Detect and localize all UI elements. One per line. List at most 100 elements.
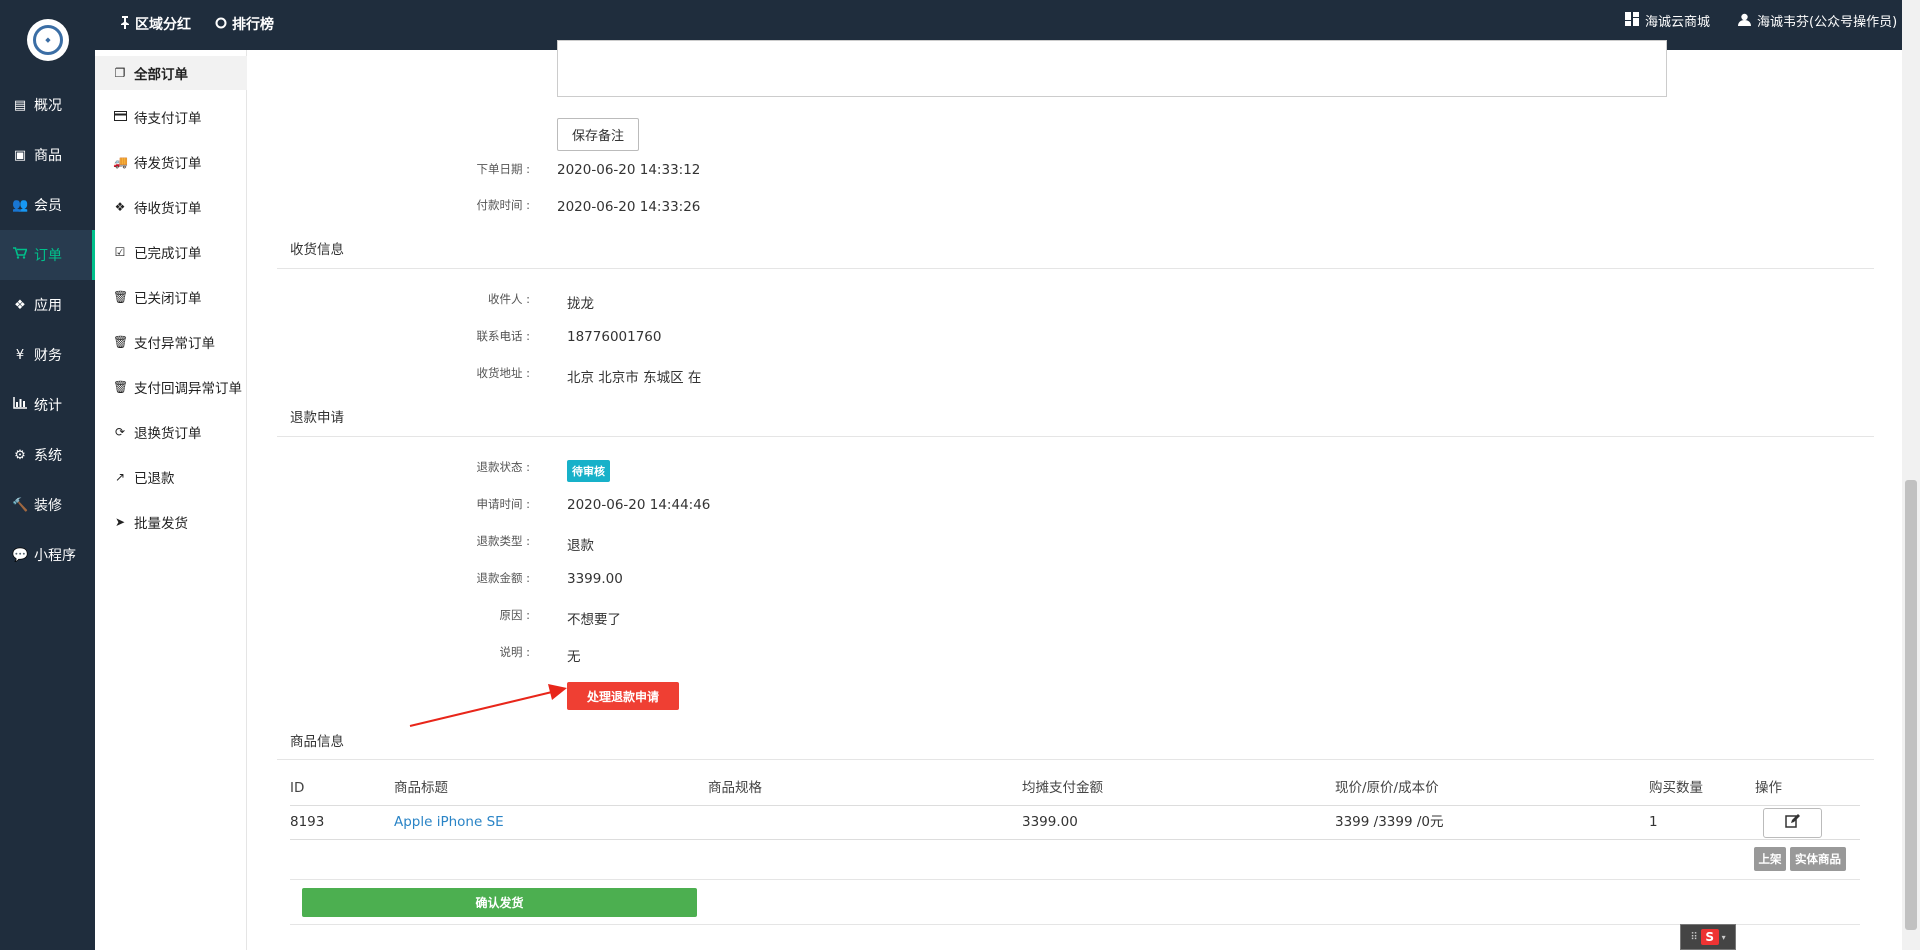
submenu-all-orders[interactable]: ❐ 全部订单 xyxy=(95,56,247,90)
submenu-returns[interactable]: ⟳ 退换货订单 xyxy=(95,415,247,449)
box-icon: ▣ xyxy=(13,147,27,163)
sidebar-item-overview[interactable]: ▤ 概况 xyxy=(0,80,95,130)
col-id: ID xyxy=(290,780,305,796)
col-price: 现价/原价/成本价 xyxy=(1335,780,1439,796)
nav-ranking[interactable]: 排行榜 xyxy=(215,0,274,50)
submenu-label: 批量发货 xyxy=(134,516,188,532)
product-link[interactable]: Apple iPhone SE xyxy=(394,804,504,840)
order-date: 2020-06-20 14:33:12 xyxy=(557,162,701,178)
address: 北京 北京市 东城区 在 xyxy=(567,370,702,386)
submenu-label: 待收货订单 xyxy=(134,201,202,217)
sidebar-item-label: 应用 xyxy=(34,298,62,314)
sidebar-item-label: 订单 xyxy=(34,248,62,264)
divider xyxy=(277,268,1874,269)
dropbox-icon: ❖ xyxy=(114,200,126,214)
receiver: 拢龙 xyxy=(567,296,594,312)
submenu-refunded[interactable]: ↗ 已退款 xyxy=(95,460,247,494)
divider xyxy=(277,436,1874,437)
sidebar-item-label: 概况 xyxy=(34,98,62,114)
refund-section-title: 退款申请 xyxy=(290,410,344,426)
cart-icon xyxy=(12,247,28,263)
status-badge: 待审核 xyxy=(567,460,610,482)
col-qty: 购买数量 xyxy=(1649,780,1703,796)
shipping-section-title: 收货信息 xyxy=(290,242,344,258)
sidebar-item-members[interactable]: 👥 会员 xyxy=(0,180,95,230)
note: 无 xyxy=(567,649,581,665)
submenu-closed[interactable]: 🗑 已关闭订单 xyxy=(95,280,247,314)
submenu-label: 待发货订单 xyxy=(134,156,202,172)
ime-toolbar[interactable]: ⠿ S ▾ xyxy=(1680,924,1736,950)
note-label: 说明 : xyxy=(499,645,530,659)
submenu-label: 已退款 xyxy=(134,471,175,487)
physical-goods-tag[interactable]: 实体商品 xyxy=(1790,847,1846,871)
on-shelf-tag[interactable]: 上架 xyxy=(1754,847,1786,871)
sidebar-item-label: 会员 xyxy=(34,198,62,214)
submenu-callback-error[interactable]: 🗑 支付回调异常订单 xyxy=(95,370,247,404)
process-refund-button[interactable]: 处理退款申请 xyxy=(567,682,679,710)
wechat-icon: 💬 xyxy=(12,547,29,563)
sidebar-item-decorate[interactable]: 🔨 装修 xyxy=(0,480,95,530)
divider xyxy=(277,759,1874,760)
submenu-label: 待支付订单 xyxy=(134,111,202,127)
circle-icon xyxy=(215,0,227,52)
sidebar-item-stats[interactable]: 统计 xyxy=(0,380,95,430)
goods-section-title: 商品信息 xyxy=(290,734,344,750)
sogou-icon: S xyxy=(1700,929,1719,945)
trash-icon: 🗑 xyxy=(113,290,129,304)
phone-label: 联系电话 : xyxy=(476,329,530,343)
col-actions: 操作 xyxy=(1755,780,1782,796)
submenu-batch-ship[interactable]: ➤ 批量发货 xyxy=(95,505,247,539)
main-sidebar: ◆ ▤ 概况 ▣ 商品 👥 会员 订单 ❖ 应用 ¥ 财务 统计 ⚙ 系统 🔨 … xyxy=(0,0,95,950)
sidebar-item-system[interactable]: ⚙ 系统 xyxy=(0,430,95,480)
submenu-pending-payment[interactable]: 待支付订单 xyxy=(95,100,247,134)
sidebar-item-finance[interactable]: ¥ 财务 xyxy=(0,330,95,380)
cubes-icon: ❖ xyxy=(14,297,26,313)
gears-icon: ⚙ xyxy=(14,447,26,463)
submenu-completed[interactable]: ☑ 已完成订单 xyxy=(95,235,247,269)
nav-regional-dividend[interactable]: 区域分红 xyxy=(120,0,191,50)
page-scrollbar[interactable] xyxy=(1902,0,1920,950)
paper-plane-icon: ➤ xyxy=(114,515,126,529)
refund-status-label: 退款状态 : xyxy=(476,460,530,474)
col-spec: 商品规格 xyxy=(708,780,762,796)
sidebar-item-miniprogram[interactable]: 💬 小程序 xyxy=(0,530,95,580)
submenu-pending-shipment[interactable]: 🚚 待发货订单 xyxy=(95,145,247,179)
edit-goods-button[interactable] xyxy=(1763,808,1822,838)
submenu-payment-error[interactable]: 🗑 支付异常订单 xyxy=(95,325,247,359)
cell-price: 3399 /3399 /0元 xyxy=(1335,814,1444,830)
table-row: 8193 Apple iPhone SE 3399.00 3399 /3399 … xyxy=(290,804,1860,840)
sidebar-item-goods[interactable]: ▣ 商品 xyxy=(0,130,95,180)
col-title: 商品标题 xyxy=(394,780,448,796)
pin-icon xyxy=(120,0,130,52)
pay-time-label: 付款时间 : xyxy=(476,198,530,212)
order-detail: 保存备注 下单日期 : 2020-06-20 14:33:12 付款时间 : 2… xyxy=(247,40,1900,950)
refund-type-label: 退款类型 : xyxy=(476,534,530,548)
annotation-arrow xyxy=(409,684,567,727)
reason: 不想要了 xyxy=(567,612,621,628)
refund-type: 退款 xyxy=(567,538,594,554)
sidebar-item-orders[interactable]: 订单 xyxy=(0,230,95,280)
refund-amount-label: 退款金额 : xyxy=(476,571,530,585)
col-paid: 均摊支付金额 xyxy=(1022,780,1103,796)
trash-icon: 🗑 xyxy=(113,380,129,394)
reason-label: 原因 : xyxy=(499,608,530,622)
submenu-pending-receipt[interactable]: ❖ 待收货订单 xyxy=(95,190,247,224)
address-label: 收货地址 : xyxy=(476,366,530,380)
sidebar-item-apps[interactable]: ❖ 应用 xyxy=(0,280,95,330)
gavel-icon: 🔨 xyxy=(12,497,29,513)
chevron-down-icon: ▾ xyxy=(1721,932,1726,942)
divider xyxy=(290,924,1860,925)
user-menu[interactable]: 海诚韦芬(公众号操作员) xyxy=(1738,0,1897,46)
sidebar-item-label: 装修 xyxy=(34,498,62,514)
apply-time: 2020-06-20 14:44:46 xyxy=(567,497,711,513)
submenu-label: 全部订单 xyxy=(134,67,188,83)
save-note-button[interactable]: 保存备注 xyxy=(557,118,639,151)
scrollbar-thumb[interactable] xyxy=(1905,480,1917,930)
credit-card-icon xyxy=(113,110,127,124)
order-note-textarea[interactable] xyxy=(557,40,1667,97)
refund-amount: 3399.00 xyxy=(567,571,623,587)
confirm-ship-button[interactable]: 确认发货 xyxy=(302,888,697,917)
bar-chart-icon xyxy=(12,397,28,413)
sidebar-item-label: 统计 xyxy=(34,398,62,414)
receiver-label: 收件人 : xyxy=(487,292,530,306)
